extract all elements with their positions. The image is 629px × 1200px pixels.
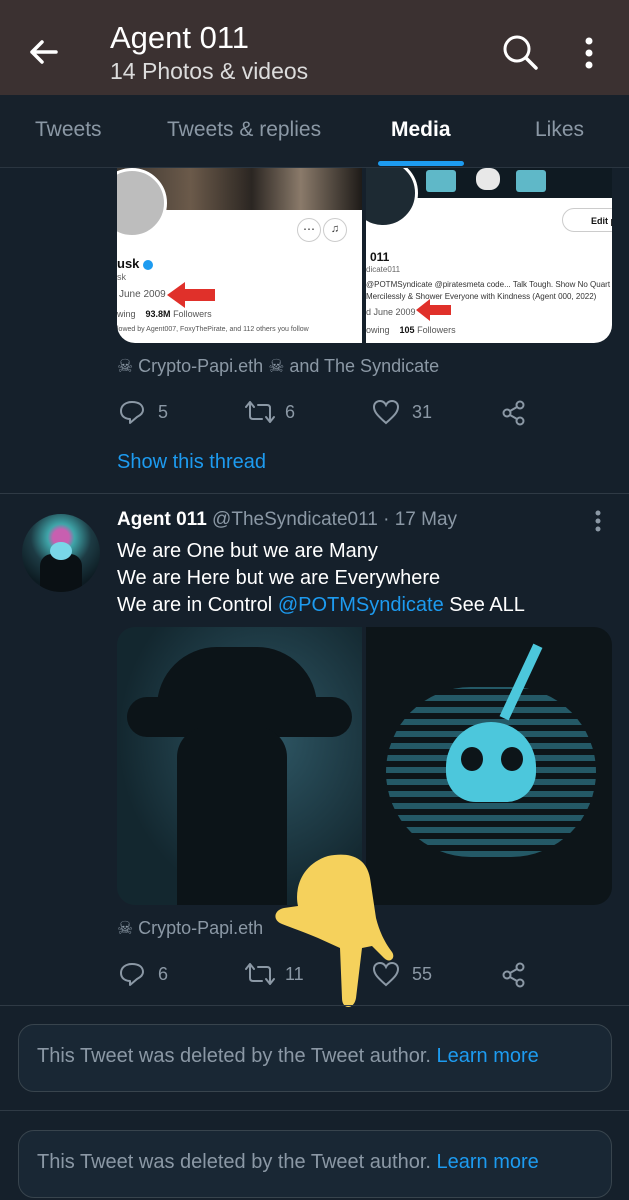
tweet-divider	[0, 1110, 629, 1111]
red-arrow-icon	[167, 282, 215, 308]
heart-icon[interactable]	[372, 961, 400, 987]
tab-tweets[interactable]: Tweets	[35, 118, 102, 142]
retweet-icon[interactable]	[244, 960, 276, 988]
author-handle: @TheSyndicate011	[212, 509, 378, 530]
embedded-name: usk	[117, 256, 154, 271]
share-icon[interactable]	[500, 961, 528, 989]
followed-by: lowed by Agent007, FoxyThePirate, and 11…	[117, 326, 309, 333]
tab-media[interactable]: Media	[391, 118, 451, 142]
deleted-tweet-notice: This Tweet was deleted by the Tweet auth…	[18, 1130, 612, 1198]
reply-icon[interactable]	[118, 960, 146, 988]
deleted-notice-text: This Tweet was deleted by the Tweet auth…	[37, 1151, 539, 1173]
tweet-header: Agent 011 @TheSyndicate011 · 17 May	[117, 509, 457, 531]
learn-more-link[interactable]: Learn more	[437, 1151, 539, 1173]
tweet-line-3: We are in Control @POTMSyndicate See ALL	[117, 594, 525, 616]
retweet-icon[interactable]	[244, 398, 276, 426]
retweet-count: 6	[285, 402, 296, 422]
verified-icon	[143, 259, 154, 270]
tab-likes[interactable]: Likes	[535, 118, 584, 142]
search-icon[interactable]	[498, 30, 542, 74]
heart-icon[interactable]	[372, 399, 400, 425]
reply-count: 6	[158, 964, 169, 984]
like-count: 31	[412, 402, 433, 422]
edit-profile-button: Edit p	[562, 208, 612, 232]
liked-by: ☠ Crypto-Papi.eth ☠ and The Syndicate	[117, 356, 440, 376]
deleted-notice-text: This Tweet was deleted by the Tweet auth…	[37, 1045, 539, 1067]
tweet-image-left[interactable]: ⋯ ♫ usk sk June 2009 wing 93.8M Follower…	[117, 168, 362, 343]
show-thread-link[interactable]: Show this thread	[117, 451, 266, 474]
embedded-handle: sk	[117, 272, 126, 282]
tweet-options-icon[interactable]	[588, 508, 608, 534]
embedded-bio: @POTMSyndicate @piratesmeta code... Talk…	[366, 280, 611, 301]
back-arrow-icon[interactable]	[22, 30, 66, 74]
embedded-name: 011	[370, 250, 390, 264]
red-arrow-icon	[416, 299, 451, 321]
learn-more-link[interactable]: Learn more	[437, 1045, 539, 1067]
tab-tweets-replies[interactable]: Tweets & replies	[167, 118, 321, 142]
pointing-hand-icon	[275, 854, 394, 1007]
mention-link[interactable]: @POTMSyndicate	[278, 594, 444, 616]
tweet-divider	[0, 1005, 629, 1006]
tweet-divider	[0, 493, 629, 494]
tweet-image-right[interactable]: Edit p 011 dicate011 @POTMSyndicate @pir…	[366, 168, 612, 343]
reply-count: 5	[158, 402, 169, 422]
embedded-handle: dicate011	[366, 265, 401, 274]
reply-icon[interactable]	[118, 398, 146, 426]
author-name[interactable]: Agent 011	[117, 509, 207, 530]
retweet-count: 11	[285, 964, 304, 984]
tweet-line-2: We are Here but we are Everywhere	[117, 567, 441, 589]
more-icon: ⋯	[297, 218, 321, 242]
profile-title: Agent 011	[110, 20, 250, 55]
share-icon[interactable]	[500, 399, 528, 427]
tweet-date: · 17 May	[383, 509, 458, 530]
follow-counts: owing 105 Followers	[366, 325, 456, 335]
follow-counts: wing 93.8M Followers	[117, 309, 212, 319]
deleted-tweet-notice: This Tweet was deleted by the Tweet auth…	[18, 1024, 612, 1092]
joined-date: June 2009	[119, 289, 166, 300]
media-count: 14 Photos & videos	[110, 58, 309, 84]
like-count: 55	[412, 964, 433, 984]
tweet-line-1: We are One but we are Many	[117, 540, 378, 562]
bell-icon: ♫	[323, 218, 347, 242]
joined-date: d June 2009	[366, 307, 416, 317]
liked-by: ☠ Crypto-Papi.eth	[117, 918, 264, 938]
avatar[interactable]	[22, 514, 100, 592]
avatar	[366, 168, 418, 228]
more-options-icon[interactable]	[574, 34, 604, 74]
active-tab-indicator	[378, 161, 464, 166]
tweet-image-right[interactable]	[366, 627, 612, 905]
